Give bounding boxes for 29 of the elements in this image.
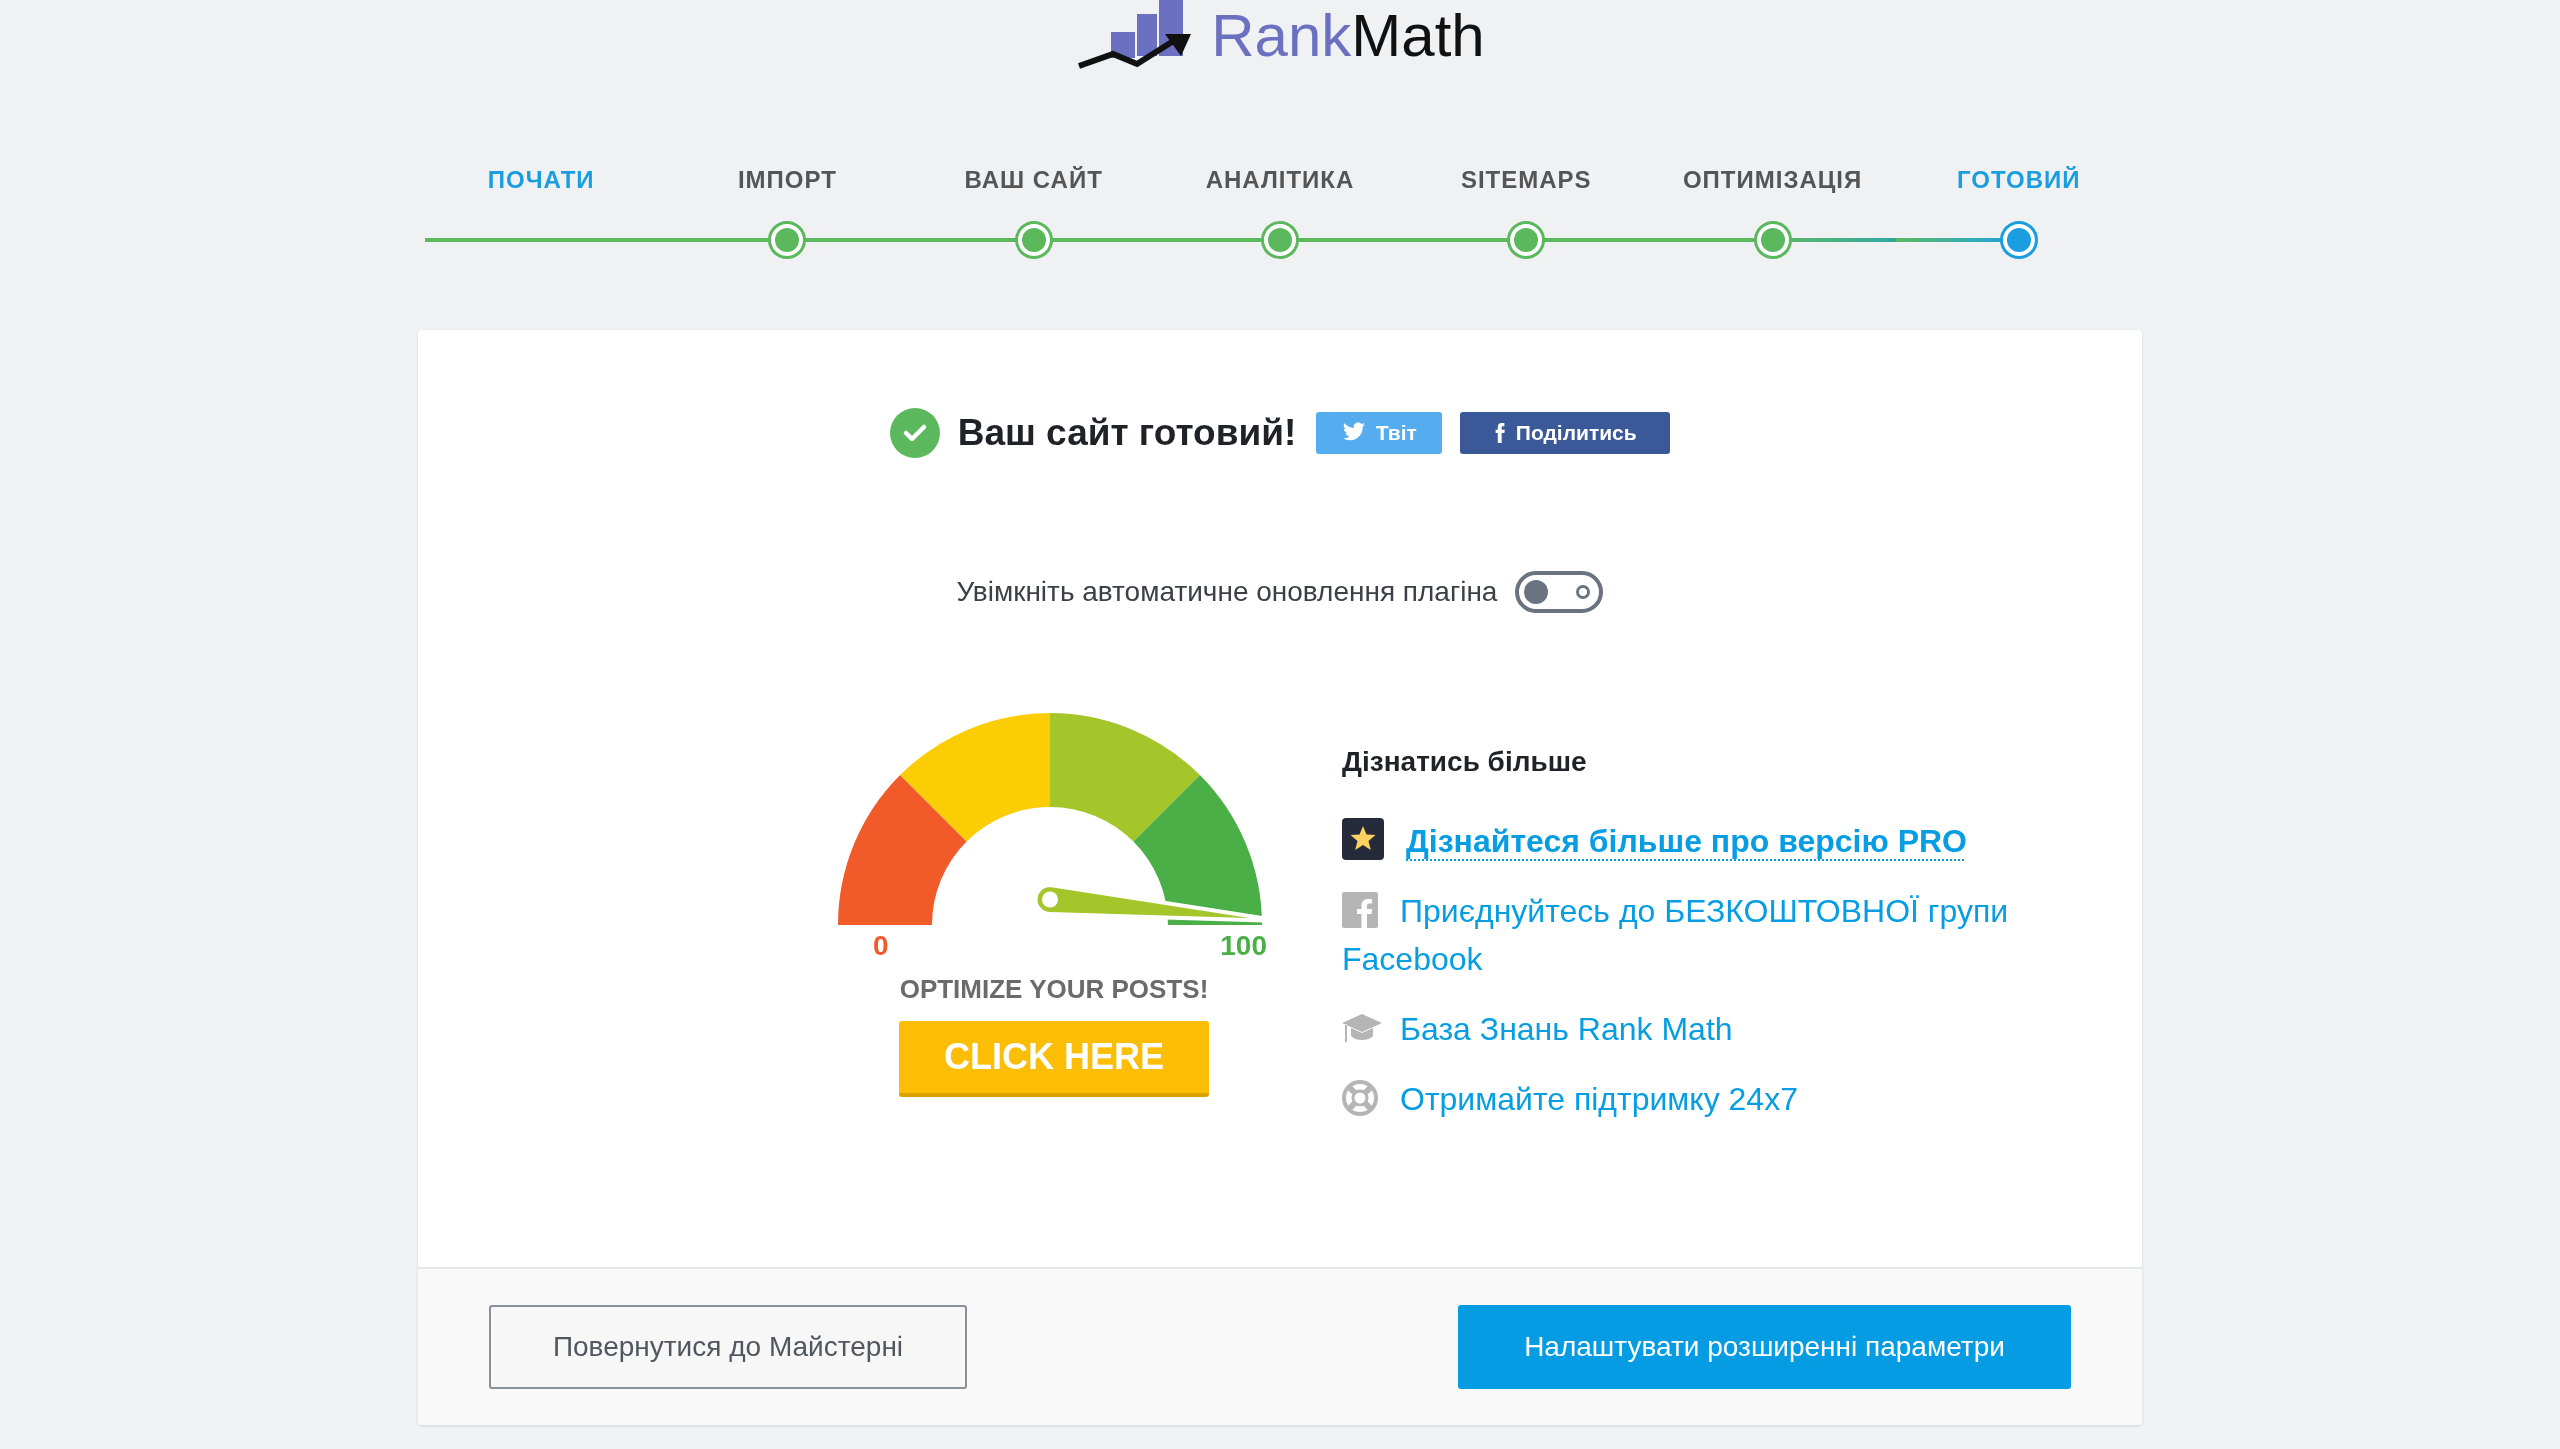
gauge-min-label: 0 xyxy=(873,931,889,960)
step-label[interactable]: ІМПОРТ xyxy=(737,162,837,198)
learn-more-link[interactable]: Отримайте підтримку 24x7 xyxy=(1342,1074,2072,1123)
share-button[interactable]: Поділитись xyxy=(1460,411,1671,454)
logo-wordmark: RankMath xyxy=(1211,6,1485,71)
step-label[interactable]: ОПТИМІЗАЦІЯ xyxy=(1682,162,1863,198)
promo-caption: OPTIMIZE YOUR POSTS! xyxy=(899,972,1209,1006)
learn-more-link[interactable]: Приєднуйтесь до БЕЗКОШТОВНОЇ групи Facebook xyxy=(1342,886,2072,983)
click-here-button[interactable]: CLICK HERE xyxy=(899,1020,1209,1097)
step-label[interactable]: ГОТОВИЙ xyxy=(1957,162,2081,198)
learn-more-heading: Дізнатись більше xyxy=(1342,744,1588,779)
facebook-icon xyxy=(1342,891,1378,928)
toggle-label: Увімкніть автоматичне оновлення плагіна xyxy=(956,574,1498,609)
lifebuoy-icon xyxy=(1342,1079,1378,1116)
page-title: Ваш сайт готовий! xyxy=(957,411,1297,455)
learn-more-link[interactable]: База Знань Rank Math xyxy=(1342,1004,2072,1053)
step-label[interactable]: SITEMAPS xyxy=(1460,162,1592,198)
auto-update-toggle[interactable] xyxy=(1515,570,1604,613)
gauge-max-label: 100 xyxy=(1220,931,1267,960)
back-button[interactable]: Повернутися до Майстерні xyxy=(489,1305,967,1389)
facebook-icon xyxy=(1493,421,1506,444)
step-label[interactable]: ВАШ САЙТ xyxy=(964,162,1103,198)
advanced-settings-button[interactable]: Налаштувати розширенні параметри xyxy=(1458,1305,2071,1389)
share-button[interactable]: Твіт xyxy=(1316,411,1443,454)
check-icon xyxy=(889,407,940,458)
step-label[interactable]: ПОЧАТИ xyxy=(487,162,595,198)
learn-more-link[interactable]: Дізнайтеся більше про версію PRO xyxy=(1342,816,2072,865)
logo-icon xyxy=(1075,0,1194,70)
step-label[interactable]: АНАЛІТИКА xyxy=(1205,162,1355,198)
